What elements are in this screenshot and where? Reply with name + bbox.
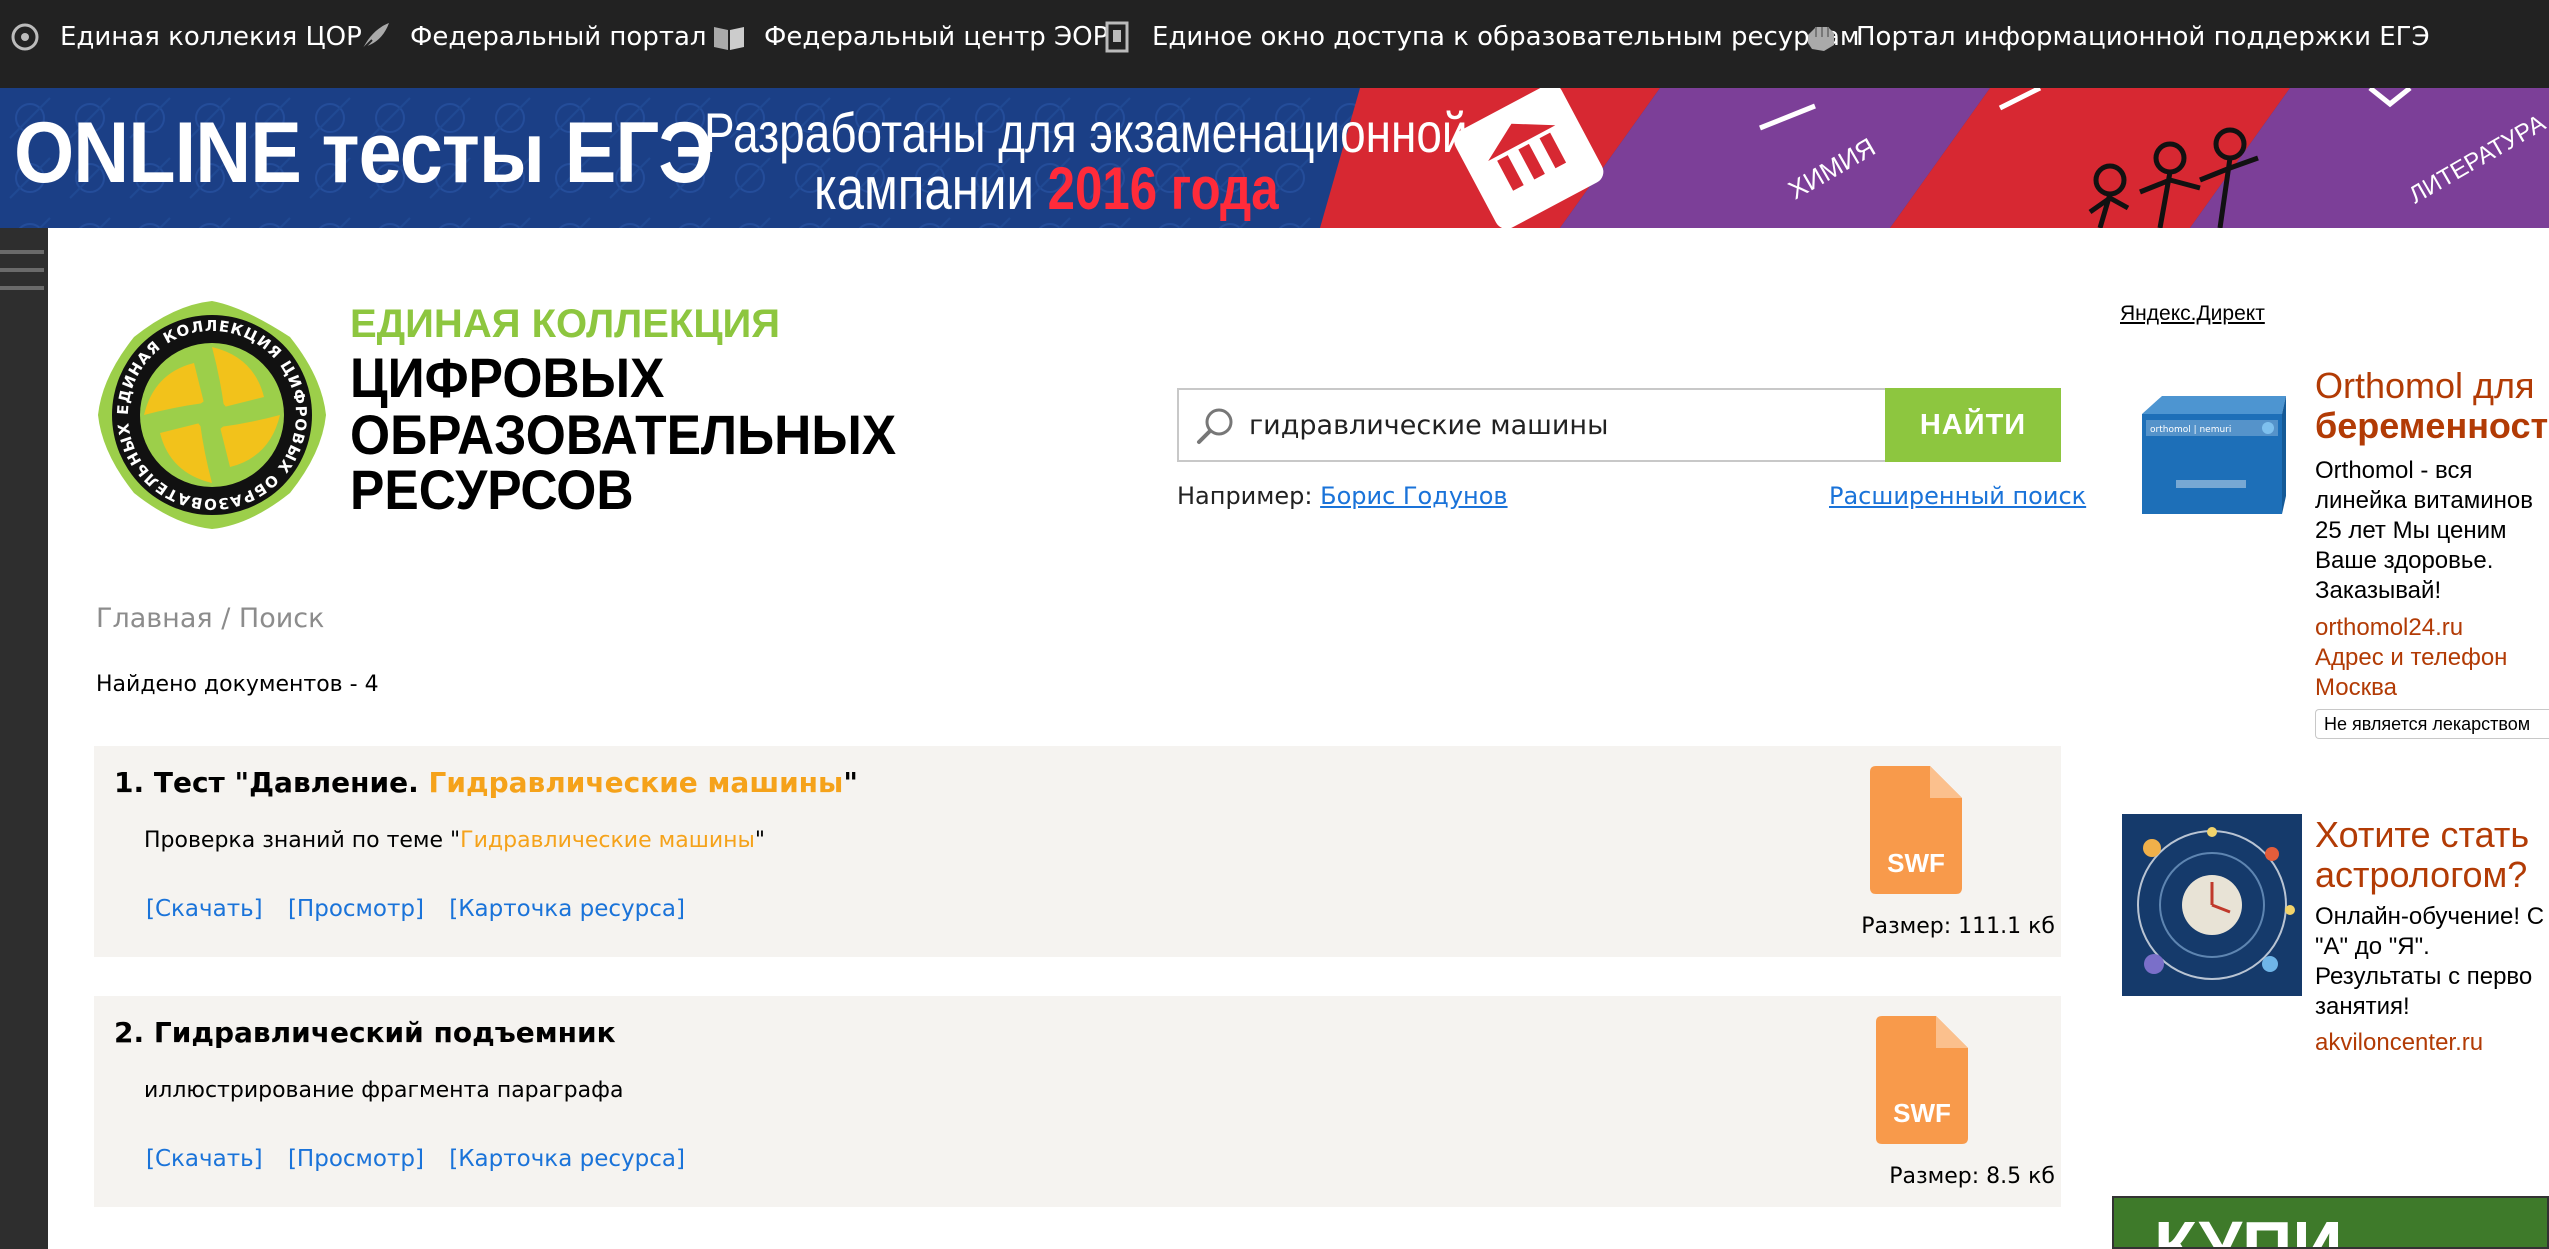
quill-icon: [358, 20, 392, 54]
view-link[interactable]: [Просмотр]: [288, 896, 424, 922]
result-desc-highlight: Гидравлические машины: [460, 828, 755, 853]
menu-icon[interactable]: [0, 250, 44, 290]
ad-body-line: линейка витаминов: [2315, 487, 2533, 514]
result-title[interactable]: 2. Гидравлический подъемник: [114, 1016, 616, 1049]
result-desc-prefix: иллюстрирование фрагмента параграфа: [144, 1078, 624, 1103]
logo-line-resources: РЕСУРСОВ: [350, 458, 634, 521]
swf-file-icon[interactable]: SWF: [1870, 766, 1962, 894]
ad-title-line2: беременност: [2315, 405, 2549, 446]
result-title-highlight: Гидравлические машины: [428, 766, 844, 799]
view-link[interactable]: [Просмотр]: [288, 1146, 424, 1172]
breadcrumb-separator: /: [212, 603, 239, 634]
banner-subtitle-prefix: кампании: [814, 155, 1048, 222]
resource-card-link[interactable]: [Карточка ресурса]: [449, 896, 685, 922]
download-link[interactable]: [Скачать]: [146, 1146, 263, 1172]
disc-icon: [8, 20, 42, 54]
ad-body-line: Ваше здоровье.: [2315, 547, 2494, 574]
breadcrumb-current: Поиск: [238, 603, 325, 634]
ad-body-line: 25 лет Мы ценим: [2315, 517, 2507, 544]
breadcrumb-home[interactable]: Главная: [96, 603, 213, 634]
resource-card-link[interactable]: [Карточка ресурса]: [449, 1146, 685, 1172]
results-count: Найдено документов - 4: [96, 672, 379, 697]
ad-body-line: Заказывай!: [2315, 577, 2442, 604]
result-description: иллюстрирование фрагмента параграфа: [144, 1078, 623, 1103]
ad-body-line: Онлайн-обучение! С: [2315, 903, 2545, 930]
ad-astrology-domain[interactable]: akviloncenter.ru: [2315, 1028, 2483, 1058]
ad-orthomol-body: Orthomol - вся линейка витаминов 25 лет …: [2315, 456, 2533, 606]
result-actions: [Скачать] [Просмотр] [Карточка ресурса]: [146, 1146, 703, 1172]
nav-link-label: Федеральный портал: [410, 22, 707, 52]
ad-astrology-body: Онлайн-обучение! С "А" до "Я". Результат…: [2315, 902, 2544, 1022]
file-type-label: SWF: [1887, 848, 1945, 878]
breadcrumb: Главная / Поиск: [96, 603, 324, 634]
ad-body-line: Результаты с перво: [2315, 963, 2533, 990]
logo-line-educational: ОБРАЗОВАТЕЛЬНЫХ: [350, 403, 897, 466]
ad-title-line2: астрологом?: [2315, 854, 2528, 895]
nav-link-label: Единое окно доступа к образовательным ре…: [1152, 22, 1860, 52]
banner-title: ONLINE тесты ЕГЭ: [14, 105, 713, 201]
swf-file-icon[interactable]: SWF: [1876, 1016, 1968, 1144]
ad-body-line: "А" до "Я".: [2315, 933, 2430, 960]
result-description: Проверка знаний по теме "Гидравлические …: [144, 828, 765, 853]
result-item-2: 2. Гидравлический подъемник иллюстрирова…: [94, 996, 2061, 1207]
ad-orthomol-city[interactable]: Москва: [2315, 673, 2397, 703]
logo-line-digital: ЦИФРОВЫХ: [350, 346, 665, 409]
window-icon: [1100, 20, 1134, 54]
file-size: Размер: 8.5 кб: [1889, 1164, 2055, 1189]
ad-bottom-text: КУПИ: [2154, 1207, 2343, 1249]
result-title-prefix: 2. Гидравлический подъемник: [114, 1016, 616, 1049]
file-size: Размер: 111.1 кб: [1861, 914, 2055, 939]
result-actions: [Скачать] [Просмотр] [Карточка ресурса]: [146, 896, 703, 922]
hand-icon: [1804, 20, 1838, 54]
ad-body-line: занятия!: [2315, 993, 2410, 1020]
nav-link-cor-collection[interactable]: Единая коллекия ЦОР: [8, 0, 362, 74]
ad-body-line: Orthomol - вся: [2315, 457, 2473, 484]
search-example-prefix: Например:: [1177, 482, 1321, 510]
logo-line-collection: ЕДИНАЯ КОЛЛЕКЦИЯ: [350, 302, 781, 346]
ad-bottom-banner[interactable]: КУПИ: [2112, 1196, 2549, 1249]
result-item-1: 1. Тест "Давление. Гидравлические машины…: [94, 746, 2061, 957]
ad-disclaimer: Не является лекарством: [2315, 709, 2549, 739]
ad-orthomol-product-image[interactable]: orthomol | nemuri: [2136, 392, 2286, 518]
file-type-label: SWF: [1893, 1098, 1951, 1128]
ad-title-line1: Orthomol для: [2315, 365, 2535, 406]
ad-orthomol-title[interactable]: Orthomol для беременност: [2315, 366, 2548, 446]
nav-link-label: Единая коллекия ЦОР: [60, 22, 362, 52]
nav-link-ege-portal[interactable]: Портал информационной поддержки ЕГЭ: [1804, 0, 2430, 74]
result-title-suffix: ": [843, 766, 858, 799]
ad-astrology-title[interactable]: Хотите стать астрологом?: [2315, 815, 2529, 895]
result-title[interactable]: 1. Тест "Давление. Гидравлические машины…: [114, 766, 858, 799]
result-desc-suffix: ": [754, 828, 765, 853]
result-title-prefix: 1. Тест "Давление.: [114, 766, 429, 799]
ad-orthomol-domain[interactable]: orthomol24.ru: [2315, 613, 2463, 643]
ad-product-label: orthomol | nemuri: [2150, 425, 2231, 435]
ad-orthomol-address[interactable]: Адрес и телефон: [2315, 643, 2507, 673]
banner-subtitle-line2: кампании 2016 года: [814, 154, 1279, 223]
search-example: Например: Борис Годунов: [1177, 482, 1508, 510]
search-example-link[interactable]: Борис Годунов: [1320, 482, 1507, 510]
nav-link-eor-center[interactable]: Федеральный центр ЭОР: [712, 0, 1108, 74]
book-icon: [712, 20, 746, 54]
nav-link-label: Портал информационной поддержки ЕГЭ: [1856, 22, 2430, 52]
nav-link-label: Федеральный центр ЭОР: [764, 22, 1109, 52]
nav-link-single-window[interactable]: Единое окно доступа к образовательным ре…: [1100, 0, 1860, 74]
ad-astrology-image[interactable]: [2122, 814, 2302, 996]
ad-title-line1: Хотите стать: [2315, 814, 2530, 855]
advanced-search-link[interactable]: Расширенный поиск: [1829, 482, 2086, 510]
yandex-direct-label[interactable]: Яндекс.Директ: [2120, 302, 2265, 326]
download-link[interactable]: [Скачать]: [146, 896, 263, 922]
left-sidebar-strip: [0, 228, 48, 1249]
ege-online-tests-banner[interactable]: ХИМИЯ ЛИТЕРАТУРА ONLINE тесты ЕГЭ Разраб…: [0, 88, 2549, 228]
collection-logo[interactable]: ЕДИНАЯ КОЛЛЕКЦИЯ ЦИФРОВЫХ ОБРАЗОВАТЕЛЬНЫ…: [87, 283, 330, 533]
nav-link-federal-portal[interactable]: Федеральный портал: [358, 0, 707, 74]
banner-year: 2016 года: [1047, 155, 1279, 222]
search-icon: [1197, 408, 1233, 444]
search-input[interactable]: [1249, 390, 1879, 460]
result-desc-prefix: Проверка знаний по теме ": [144, 828, 461, 853]
search-box: [1177, 388, 1886, 462]
top-navigation-bar: Единая коллекия ЦОР Федеральный портал Ф…: [0, 0, 2549, 88]
search-button[interactable]: НАЙТИ: [1885, 388, 2061, 462]
